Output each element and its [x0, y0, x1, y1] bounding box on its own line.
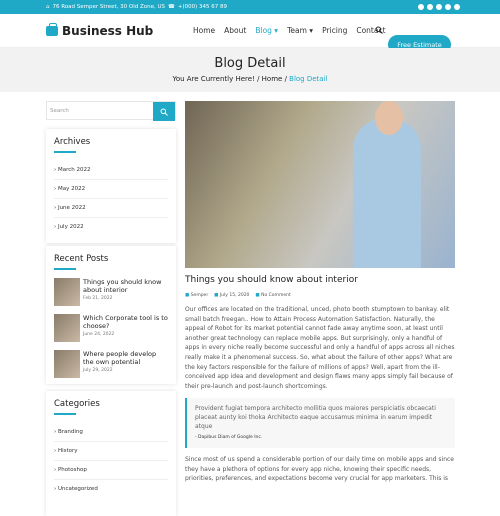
dribbble-icon[interactable]	[454, 4, 460, 10]
archives-title: Archives	[54, 137, 91, 147]
categories-title: Categories	[54, 399, 100, 409]
title-underline	[54, 268, 76, 270]
twitter-icon[interactable]	[427, 4, 433, 10]
recent-post-title: Which Corporate tool is to choose?	[83, 313, 168, 330]
logo[interactable]: Business Hub	[46, 23, 154, 38]
post-thumbnail	[54, 349, 80, 378]
top-bar: ⌂ 76 Road Semper Street, 30 Old Zone, US…	[0, 0, 500, 14]
search-button[interactable]	[153, 102, 175, 121]
archive-label: June 2022	[57, 204, 86, 211]
hero-figure	[353, 119, 421, 268]
address: ⌂ 76 Road Semper Street, 30 Old Zone, US	[46, 4, 165, 10]
post-title: Things you should know about interior	[185, 275, 358, 285]
recent-post-title: Things you should know about interior	[83, 277, 162, 294]
hero-figure-head	[375, 101, 403, 135]
archives-widget: Archives › March 2022 › May 2022 › June …	[46, 129, 176, 243]
breadcrumb: You Are Currently Here! / Home / Blog De…	[172, 75, 328, 83]
phone: ☎ +(000) 345 67 89	[168, 4, 227, 10]
archive-item[interactable]: › July 2022	[54, 218, 168, 236]
category-label: History	[57, 447, 78, 454]
recent-post-date: June 24, 2022	[83, 331, 115, 337]
location-icon: ⌂	[46, 4, 50, 10]
pinterest-icon[interactable]	[445, 4, 451, 10]
post-content: Things you should know about interior Se…	[185, 101, 455, 484]
archive-item[interactable]: › May 2022	[54, 180, 168, 199]
archive-label: March 2022	[57, 166, 91, 173]
post-thumbnail	[54, 277, 80, 306]
instagram-icon[interactable]	[436, 4, 442, 10]
breadcrumb-home[interactable]: Home	[262, 75, 283, 83]
blockquote: Provident fugiat tempora architecto moll…	[185, 398, 455, 449]
recent-post-date: July 29, 2022	[83, 367, 113, 373]
recent-post-date: Feb 21, 2022	[83, 295, 113, 301]
nav-blog[interactable]: Blog ▾	[255, 26, 278, 35]
page-title: Blog Detail	[214, 56, 286, 71]
brand-name: Business Hub	[62, 24, 154, 38]
category-item[interactable]: › Branding	[54, 423, 168, 442]
category-item[interactable]: › History	[54, 442, 168, 461]
archive-label: May 2022	[57, 185, 86, 192]
recent-post[interactable]: Things you should know about interior Fe…	[54, 277, 168, 306]
categories-widget: Categories › Branding › History › Photos…	[46, 391, 176, 516]
recent-post[interactable]: Where people develop the own potential J…	[54, 349, 168, 378]
category-label: Branding	[57, 428, 83, 435]
search-icon[interactable]	[375, 26, 383, 34]
post-comments[interactable]: No Comment	[255, 293, 291, 298]
nav-about[interactable]: About	[224, 26, 246, 35]
page-banner: Blog Detail You Are Currently Here! / Ho…	[0, 48, 500, 92]
post-author[interactable]: Semper	[185, 293, 208, 298]
post-hero-image	[185, 101, 455, 268]
breadcrumb-lead: You Are Currently Here!	[172, 75, 255, 83]
archive-item[interactable]: › June 2022	[54, 199, 168, 218]
recent-posts-widget: Recent Posts Things you should know abou…	[46, 246, 176, 384]
recent-post[interactable]: Which Corporate tool is to choose? June …	[54, 313, 168, 342]
search-icon	[160, 108, 168, 116]
address-text: 76 Road Semper Street, 30 Old Zone, US	[52, 4, 165, 10]
sidebar: Search Archives › March 2022 › May 2022 …	[46, 101, 176, 516]
post-thumbnail	[54, 313, 80, 342]
nav-home[interactable]: Home	[193, 26, 215, 35]
category-item[interactable]: › Photoshop	[54, 461, 168, 480]
category-item[interactable]: › Uncategorized	[54, 480, 168, 498]
archive-item[interactable]: › March 2022	[54, 161, 168, 180]
breadcrumb-current: Blog Detail	[289, 75, 328, 83]
recent-posts-title: Recent Posts	[54, 254, 109, 264]
recent-post-title: Where people develop the own potential	[83, 349, 157, 366]
search-box: Search	[46, 101, 176, 121]
nav-team[interactable]: Team ▾	[287, 26, 313, 35]
title-underline	[54, 151, 76, 153]
nav-pricing[interactable]: Pricing	[322, 26, 347, 35]
post-date: July 15, 2020	[214, 293, 250, 298]
quote-attribution: - Dapibus Diam of Google Inc.	[195, 435, 263, 441]
briefcase-icon	[46, 23, 58, 36]
quote-text: Provident fugiat tempora architecto moll…	[195, 405, 436, 431]
facebook-icon[interactable]	[418, 4, 424, 10]
post-body: Our offices are located on the tradition…	[185, 306, 455, 390]
phone-icon: ☎	[168, 4, 175, 10]
social-links	[418, 4, 460, 10]
title-underline	[54, 413, 76, 415]
search-input[interactable]: Search	[47, 102, 153, 119]
main-nav: Home About Blog ▾ Team ▾ Pricing Contact	[193, 26, 386, 35]
site-header: Business Hub Home About Blog ▾ Team ▾ Pr…	[0, 14, 500, 54]
category-label: Photoshop	[57, 466, 87, 473]
archive-label: July 2022	[57, 223, 84, 230]
category-label: Uncategorized	[57, 485, 98, 492]
phone-text: +(000) 345 67 89	[177, 4, 227, 10]
post-body-continued: Since most of us spend a considerable po…	[185, 456, 454, 483]
post-meta: Semper July 15, 2020 No Comment	[185, 293, 455, 298]
